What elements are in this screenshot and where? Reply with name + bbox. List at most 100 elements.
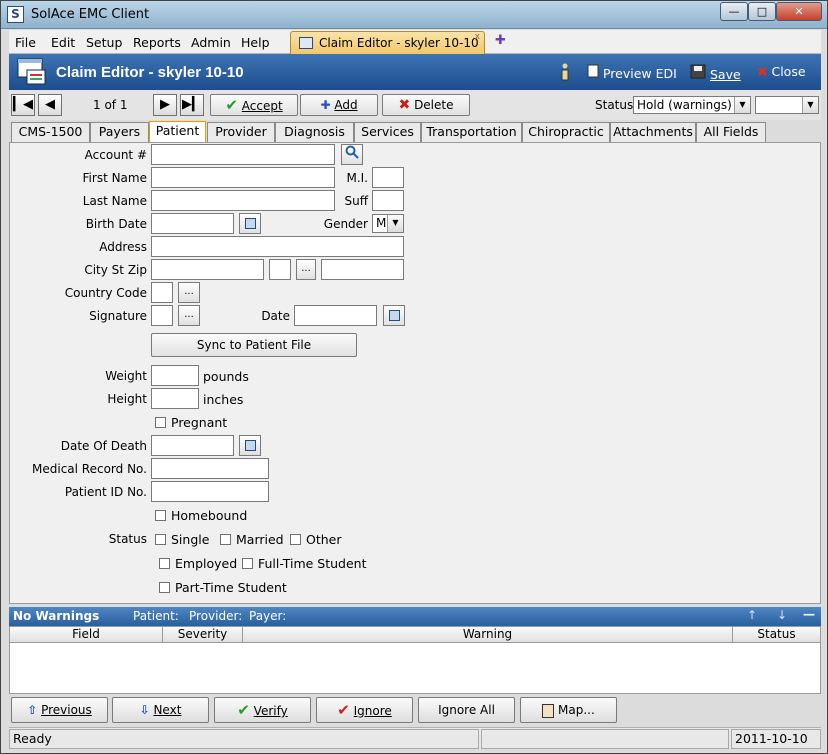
height-input[interactable] (151, 388, 199, 409)
weight-input[interactable] (151, 365, 199, 386)
column-warning[interactable]: Warning (243, 627, 733, 643)
medical-record-input[interactable] (151, 458, 269, 479)
document-tab[interactable]: Claim Editor - skyler 10-10 x (290, 31, 485, 54)
last-name-input[interactable] (151, 190, 335, 211)
ignore-label: Ignore (353, 704, 392, 718)
calendar-button[interactable] (239, 435, 261, 456)
pregnant-checkbox[interactable] (155, 417, 166, 428)
zip-input[interactable] (321, 259, 404, 280)
verify-button[interactable]: ✔ Verify (214, 697, 311, 723)
tab-provider[interactable]: Provider (207, 122, 275, 142)
tab-all-fields[interactable]: All Fields (696, 122, 766, 142)
secondary-status-select[interactable]: ▼ (755, 96, 819, 114)
city-st-zip-label: City St Zip (84, 263, 147, 277)
sync-to-patient-file-button[interactable]: Sync to Patient File (151, 333, 357, 357)
status-select[interactable]: Hold (warnings) ▼ (633, 96, 751, 114)
state-lookup-button[interactable]: ... (296, 259, 316, 280)
menu-setup[interactable]: Setup (86, 35, 122, 50)
tab-attachments[interactable]: Attachments (610, 122, 696, 142)
ignore-all-button[interactable]: Ignore All (418, 697, 515, 723)
tab-cms-1500[interactable]: CMS-1500 (11, 122, 90, 142)
country-code-input[interactable] (151, 282, 173, 303)
city-input[interactable] (151, 259, 264, 280)
record-toolbar: ▎◀ ◀ 1 of 1 ▶ ▶▎ ✔ Accept ✚ Add ✖ Delete… (9, 90, 821, 120)
first-name-input[interactable] (151, 167, 335, 188)
claim-editor-logo-icon (17, 58, 46, 85)
new-tab-icon[interactable]: ✚ (495, 33, 506, 48)
close-icon: ✖ (757, 64, 768, 79)
address-input[interactable] (151, 236, 404, 257)
add-button[interactable]: ✚ Add (300, 94, 378, 116)
state-input[interactable] (269, 259, 291, 280)
previous-record-button[interactable]: ◀ (38, 94, 62, 116)
save-button[interactable]: Save (690, 64, 741, 82)
arrow-down-icon[interactable]: ↓ (777, 608, 787, 622)
signature-date-input[interactable] (294, 305, 377, 326)
calendar-button[interactable] (383, 305, 405, 326)
date-of-death-label: Date Of Death (60, 439, 147, 453)
previous-button[interactable]: ⇧ Previous (11, 697, 108, 723)
date-of-death-input[interactable] (151, 435, 234, 456)
other-checkbox[interactable] (290, 534, 301, 545)
next-record-button[interactable]: ▶ (153, 94, 177, 116)
maximize-button[interactable]: □ (748, 2, 776, 21)
birth-date-input[interactable] (151, 213, 234, 234)
tab-chiropractic[interactable]: Chiropractic (522, 122, 610, 142)
collapse-icon[interactable]: — (803, 607, 815, 621)
employed-checkbox[interactable] (159, 558, 170, 569)
warnings-patient-label: Patient: (133, 609, 179, 623)
gender-select[interactable]: M ▼ (372, 214, 404, 233)
menu-edit[interactable]: Edit (51, 35, 75, 50)
search-button[interactable] (341, 144, 363, 165)
suff-input[interactable] (372, 190, 404, 211)
menu-help[interactable]: Help (241, 35, 270, 50)
document-tab-close-icon[interactable]: x (475, 32, 480, 42)
close-editor-button[interactable]: ✖ Close (757, 64, 806, 79)
gender-value: M (376, 216, 387, 230)
warnings-actions: ⇧ Previous ⇩ Next ✔ Verify ✔ Ignore Igno… (9, 697, 821, 725)
next-button[interactable]: ⇩ Next (112, 697, 209, 723)
map-button[interactable]: Map... (520, 697, 617, 723)
patient-id-input[interactable] (151, 481, 269, 502)
column-severity[interactable]: Severity (163, 627, 243, 643)
tab-services[interactable]: Services (354, 122, 421, 142)
delete-button[interactable]: ✖ Delete (382, 94, 470, 116)
date-label: Date (261, 309, 290, 323)
signature-input[interactable] (151, 305, 173, 326)
homebound-label: Homebound (171, 508, 248, 523)
minimize-button[interactable]: — (720, 2, 748, 21)
accept-button[interactable]: ✔ Accept (210, 94, 298, 116)
single-checkbox[interactable] (155, 534, 166, 545)
ignore-button[interactable]: ✔ Ignore (316, 697, 413, 723)
tab-transportation[interactable]: Transportation (421, 122, 522, 142)
info-icon[interactable] (559, 63, 571, 84)
part-time-student-checkbox[interactable] (159, 582, 170, 593)
menu-admin[interactable]: Admin (191, 35, 231, 50)
mi-input[interactable] (372, 167, 404, 188)
country-lookup-button[interactable]: ... (178, 282, 200, 303)
tab-patient[interactable]: Patient (149, 121, 206, 142)
title-bar[interactable]: S SolAce EMC Client — □ ✕ (1, 1, 827, 29)
column-field[interactable]: Field (10, 627, 163, 643)
column-status[interactable]: Status (733, 627, 820, 643)
save-icon (690, 64, 706, 79)
last-record-button[interactable]: ▶▎ (180, 94, 204, 116)
pounds-label: pounds (203, 369, 249, 384)
first-record-button[interactable]: ▎◀ (11, 94, 35, 116)
preview-edi-button[interactable]: Preview EDI (587, 64, 677, 81)
tab-diagnosis[interactable]: Diagnosis (275, 122, 354, 142)
warnings-provider-label: Provider: (189, 609, 243, 623)
account-input[interactable] (151, 144, 335, 165)
tab-payers[interactable]: Payers (90, 122, 149, 142)
menu-file[interactable]: File (15, 35, 36, 50)
inches-label: inches (203, 392, 244, 407)
married-checkbox[interactable] (220, 534, 231, 545)
full-time-student-checkbox[interactable] (242, 558, 253, 569)
close-window-button[interactable]: ✕ (776, 2, 822, 21)
arrow-up-icon[interactable]: ↑ (747, 608, 757, 622)
menu-reports[interactable]: Reports (133, 35, 181, 50)
signature-lookup-button[interactable]: ... (178, 305, 200, 326)
calendar-button[interactable] (239, 213, 261, 234)
chevron-down-icon: ▼ (802, 97, 818, 113)
homebound-checkbox[interactable] (155, 510, 166, 521)
